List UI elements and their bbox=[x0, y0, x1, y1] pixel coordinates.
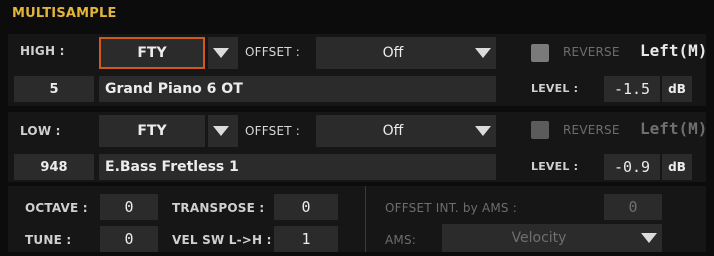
low-channel[interactable]: Left(M) bbox=[640, 119, 707, 138]
transpose-label: TRANSPOSE : bbox=[172, 201, 265, 215]
high-level-value[interactable]: -1.5 bbox=[604, 76, 660, 102]
low-level-label: LEVEL : bbox=[531, 160, 579, 173]
ams-label: AMS: bbox=[385, 233, 417, 247]
tune-value[interactable]: 0 bbox=[100, 226, 158, 252]
low-type-select[interactable]: FTY bbox=[99, 115, 205, 147]
high-type-select[interactable]: FTY bbox=[99, 37, 205, 69]
section-title: MULTISAMPLE bbox=[12, 6, 117, 21]
offset-int-ams-value[interactable]: 0 bbox=[604, 194, 662, 220]
low-sample-name[interactable]: E.Bass Fretless 1 bbox=[99, 154, 496, 180]
high-label: HIGH : bbox=[20, 44, 65, 58]
vel-sw-label: VEL SW L->H : bbox=[172, 233, 272, 247]
low-type-value: FTY bbox=[137, 123, 167, 139]
offset-int-ams-label: OFFSET INT. by AMS : bbox=[385, 201, 518, 215]
low-level-unit: dB bbox=[662, 154, 692, 180]
low-type-dropdown-button[interactable] bbox=[208, 115, 238, 147]
low-reverse-checkbox[interactable] bbox=[531, 121, 549, 139]
low-label: LOW : bbox=[20, 124, 61, 138]
chevron-down-icon bbox=[208, 115, 234, 147]
high-sample-number[interactable]: 5 bbox=[14, 76, 94, 102]
octave-value[interactable]: 0 bbox=[100, 194, 158, 220]
high-type-dropdown-button[interactable] bbox=[208, 37, 238, 69]
low-offset-select[interactable]: Off bbox=[316, 115, 496, 147]
high-sample-name[interactable]: Grand Piano 6 OT bbox=[99, 76, 496, 102]
low-reverse-label: REVERSE bbox=[563, 123, 620, 137]
ams-value: Velocity bbox=[511, 230, 567, 246]
chevron-down-icon bbox=[208, 37, 234, 69]
vel-sw-value[interactable]: 1 bbox=[274, 226, 338, 252]
ams-select[interactable]: Velocity bbox=[442, 224, 662, 252]
high-level-label: LEVEL : bbox=[531, 82, 579, 95]
section-divider bbox=[365, 186, 366, 252]
high-offset-value: Off bbox=[382, 45, 404, 61]
tune-label: TUNE : bbox=[25, 233, 72, 247]
transpose-value[interactable]: 0 bbox=[274, 194, 338, 220]
chevron-down-icon bbox=[470, 115, 496, 147]
high-level-unit: dB bbox=[662, 76, 692, 102]
high-offset-label: OFFSET : bbox=[245, 45, 301, 59]
high-reverse-label: REVERSE bbox=[563, 45, 620, 59]
low-offset-value: Off bbox=[382, 123, 404, 139]
low-sample-number[interactable]: 948 bbox=[14, 154, 94, 180]
low-level-value[interactable]: -0.9 bbox=[604, 154, 660, 180]
low-offset-label: OFFSET : bbox=[245, 124, 301, 138]
high-reverse-checkbox[interactable] bbox=[531, 44, 549, 62]
chevron-down-icon bbox=[636, 224, 662, 252]
high-type-value: FTY bbox=[137, 45, 167, 61]
high-channel[interactable]: Left(M) bbox=[640, 41, 707, 60]
octave-label: OCTAVE : bbox=[25, 201, 88, 215]
chevron-down-icon bbox=[470, 37, 496, 69]
high-offset-select[interactable]: Off bbox=[316, 37, 496, 69]
